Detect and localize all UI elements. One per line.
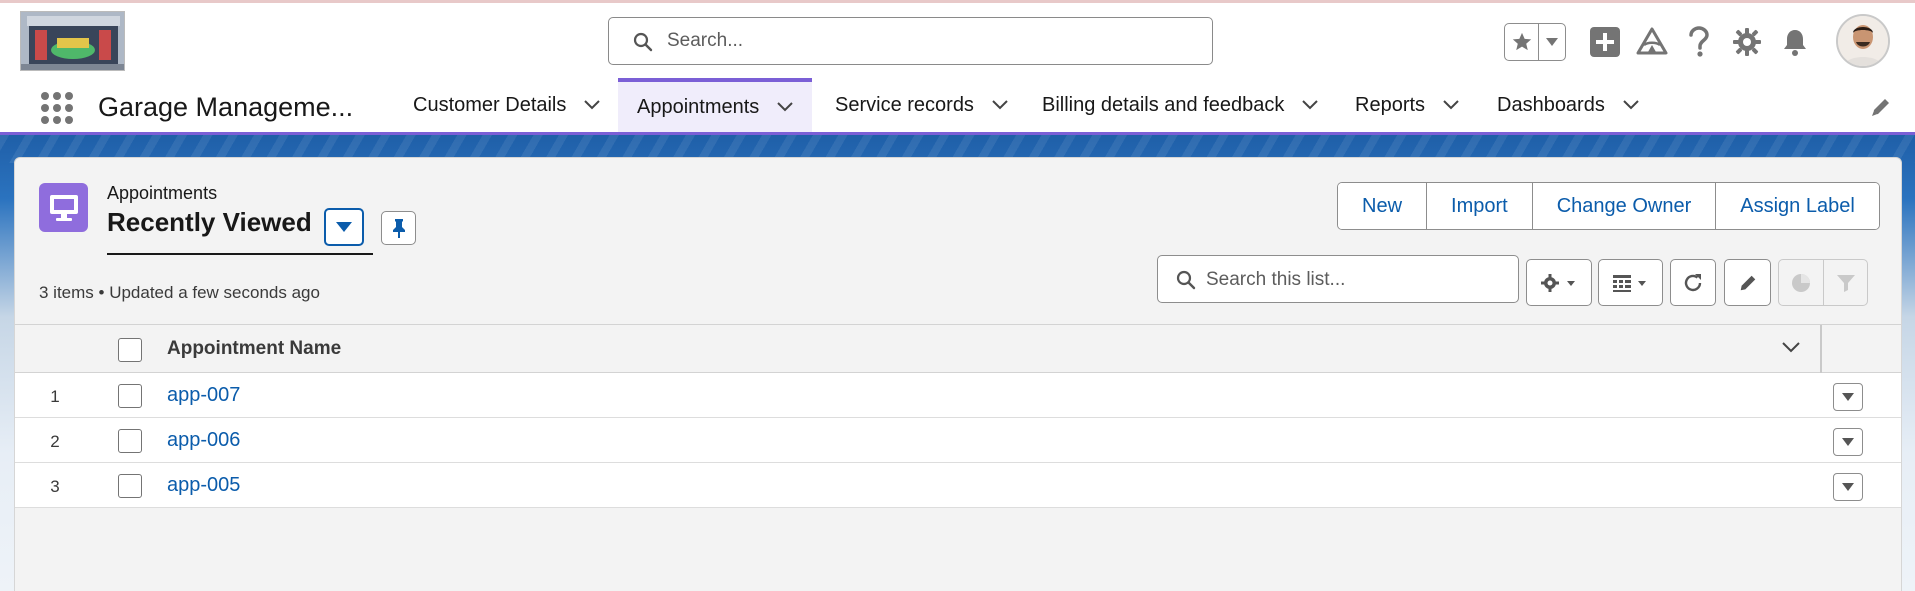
list-search-input[interactable] bbox=[1206, 267, 1506, 293]
table-row: 1 app-007 bbox=[15, 373, 1901, 418]
new-button[interactable]: New bbox=[1338, 183, 1427, 229]
row-actions-button[interactable] bbox=[1833, 473, 1863, 501]
global-search-input[interactable] bbox=[667, 28, 1187, 54]
filter-icon bbox=[1836, 274, 1855, 292]
object-label: Appointments bbox=[107, 183, 218, 203]
tab-label: Customer Details bbox=[413, 93, 567, 116]
refresh-icon bbox=[1684, 273, 1702, 291]
select-all-checkbox[interactable] bbox=[118, 338, 142, 362]
caret-down-icon bbox=[1842, 438, 1854, 446]
inline-edit-button[interactable] bbox=[1724, 259, 1771, 306]
app-navigation-bar: Garage Manageme... Customer Details Appo… bbox=[0, 78, 1915, 135]
org-logo[interactable] bbox=[20, 11, 125, 71]
edit-nav-pencil-icon[interactable] bbox=[1870, 96, 1892, 123]
row-checkbox[interactable] bbox=[118, 429, 142, 453]
chevron-down-icon[interactable] bbox=[1623, 100, 1639, 110]
setup-gear-icon[interactable] bbox=[1729, 23, 1765, 61]
table-row: 3 app-005 bbox=[15, 463, 1901, 508]
pie-chart-icon bbox=[1792, 273, 1810, 292]
table-row: 2 app-006 bbox=[15, 418, 1901, 463]
global-search[interactable] bbox=[608, 17, 1213, 65]
list-view-picker-button[interactable] bbox=[324, 208, 364, 246]
tab-label: Appointments bbox=[637, 95, 760, 118]
search-icon bbox=[633, 32, 653, 57]
record-link[interactable]: app-006 bbox=[167, 429, 240, 452]
tab-service-records[interactable]: Service records bbox=[835, 78, 1008, 132]
charts-button[interactable] bbox=[1778, 259, 1824, 306]
user-avatar[interactable] bbox=[1836, 14, 1890, 68]
row-checkbox[interactable] bbox=[118, 384, 142, 408]
import-button[interactable]: Import bbox=[1426, 183, 1532, 229]
chevron-down-icon[interactable] bbox=[584, 100, 601, 110]
search-icon bbox=[1176, 270, 1196, 295]
pencil-icon bbox=[1740, 275, 1755, 290]
caret-down-icon bbox=[1842, 393, 1854, 401]
tab-dashboards[interactable]: Dashboards bbox=[1497, 78, 1639, 132]
chevron-down-icon[interactable] bbox=[992, 100, 1008, 110]
table-header: Appointment Name bbox=[15, 324, 1901, 373]
tab-label: Reports bbox=[1355, 93, 1426, 116]
pin-icon bbox=[392, 219, 405, 238]
favorites-star-icon[interactable] bbox=[1505, 24, 1539, 60]
row-actions-button[interactable] bbox=[1833, 383, 1863, 411]
assign-label-button[interactable]: Assign Label bbox=[1715, 183, 1879, 229]
tab-billing-details-and-feedback[interactable]: Billing details and feedback bbox=[1042, 78, 1319, 132]
favorites-list-chevron-icon[interactable] bbox=[1539, 24, 1565, 60]
row-number: 2 bbox=[50, 432, 60, 451]
notifications-bell-icon[interactable] bbox=[1777, 23, 1813, 61]
tab-customer-details[interactable]: Customer Details bbox=[413, 78, 601, 132]
list-actions-group: New Import Change Owner Assign Label bbox=[1337, 182, 1880, 230]
title-underline bbox=[107, 253, 373, 255]
chevron-down-icon[interactable] bbox=[777, 102, 794, 112]
column-menu-chevron-icon[interactable] bbox=[1782, 340, 1800, 358]
list-view-title: Recently Viewed bbox=[107, 207, 312, 237]
column-header-appointment-name[interactable]: Appointment Name bbox=[167, 338, 341, 360]
change-owner-button[interactable]: Change Owner bbox=[1531, 183, 1716, 229]
appointments-object-icon bbox=[39, 183, 88, 232]
app-launcher-icon[interactable] bbox=[40, 91, 74, 125]
row-number: 1 bbox=[50, 387, 60, 406]
tab-appointments[interactable]: Appointments bbox=[618, 78, 813, 132]
caret-down-icon bbox=[336, 222, 352, 232]
app-name: Garage Manageme... bbox=[98, 92, 354, 122]
global-header bbox=[0, 3, 1915, 80]
add-icon[interactable] bbox=[1587, 23, 1623, 61]
tab-reports[interactable]: Reports bbox=[1355, 78, 1459, 132]
tab-label: Dashboards bbox=[1497, 93, 1605, 116]
caret-down-icon bbox=[1842, 483, 1854, 491]
display-as-table-button[interactable] bbox=[1598, 259, 1663, 306]
row-number: 3 bbox=[50, 477, 60, 496]
pin-list-view-button[interactable] bbox=[381, 211, 416, 245]
list-view-card: Appointments Recently Viewed New Import … bbox=[14, 157, 1902, 591]
records-table: Appointment Name 1 app-007 2 app-006 3 a… bbox=[15, 324, 1901, 508]
help-icon[interactable] bbox=[1681, 23, 1717, 61]
row-actions-button[interactable] bbox=[1833, 428, 1863, 456]
table-icon bbox=[1612, 274, 1631, 292]
record-link[interactable]: app-007 bbox=[167, 384, 240, 407]
favorites-button-group bbox=[1504, 23, 1566, 61]
trailhead-icon[interactable] bbox=[1634, 23, 1670, 61]
list-status-text: 3 items • Updated a few seconds ago bbox=[39, 283, 320, 302]
filter-button[interactable] bbox=[1823, 259, 1868, 306]
chevron-down-icon[interactable] bbox=[1443, 100, 1459, 110]
row-checkbox[interactable] bbox=[118, 474, 142, 498]
tab-label: Service records bbox=[835, 93, 974, 116]
refresh-button[interactable] bbox=[1670, 259, 1716, 306]
list-search[interactable] bbox=[1157, 255, 1519, 303]
chevron-down-icon[interactable] bbox=[1302, 100, 1319, 110]
record-link[interactable]: app-005 bbox=[167, 474, 240, 497]
list-view-controls-button[interactable] bbox=[1526, 259, 1592, 306]
tab-label: Billing details and feedback bbox=[1042, 93, 1285, 116]
column-resize-handle[interactable] bbox=[1820, 325, 1822, 373]
